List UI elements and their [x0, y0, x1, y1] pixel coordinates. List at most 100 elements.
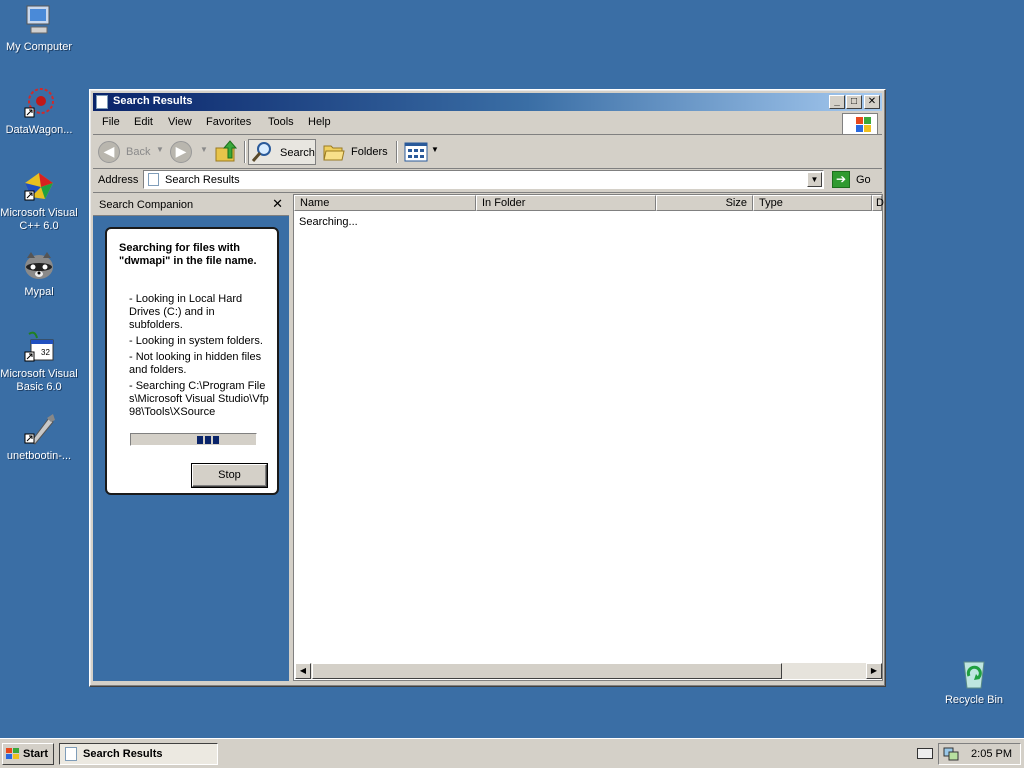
- search-status-text: Searching...: [299, 216, 358, 228]
- taskbar: Start Search Results 2:05 PM: [0, 738, 1024, 768]
- page-icon: [65, 747, 77, 761]
- search-criterion: - Looking in Local Hard Drives (C:) and …: [129, 293, 243, 331]
- menu-view[interactable]: View: [168, 116, 192, 128]
- address-dropdown-button[interactable]: ▼: [807, 172, 822, 187]
- search-criterion: - Not looking in hidden files and folder…: [129, 351, 262, 376]
- back-arrow-icon: ◀: [98, 141, 120, 163]
- datawagon-icon: [21, 86, 57, 122]
- page-icon: [148, 173, 159, 186]
- taskbar-button-label: Search Results: [83, 748, 163, 760]
- forward-button[interactable]: ▶ ▼: [167, 139, 208, 165]
- progress-block: [205, 436, 211, 444]
- stop-button[interactable]: Stop: [192, 464, 267, 487]
- search-progress-bar: [130, 433, 257, 446]
- desktop-icon-mypal[interactable]: Mypal: [0, 248, 78, 299]
- back-button[interactable]: ◀ Back ▼: [95, 139, 164, 165]
- toolbar-separator: [244, 141, 246, 163]
- taskbar-button-search-results[interactable]: Search Results: [59, 743, 218, 765]
- svg-text:32: 32: [41, 348, 50, 357]
- title-bar[interactable]: Search Results _ □ ✕: [93, 93, 882, 111]
- up-folder-icon: [215, 140, 238, 162]
- folders-label: Folders: [351, 146, 388, 158]
- column-header-in-folder[interactable]: In Folder: [476, 195, 656, 211]
- search-label: Search: [280, 147, 315, 159]
- search-companion-header: Search Companion ✕: [93, 194, 289, 216]
- desktop-icon-visual-cpp[interactable]: Microsoft Visual C++ 6.0: [0, 169, 78, 233]
- column-header-type[interactable]: Type: [753, 195, 872, 211]
- clock[interactable]: 2:05 PM: [971, 748, 1012, 760]
- column-header-date[interactable]: D: [872, 195, 884, 211]
- desktop-icon-label: My Computer: [5, 41, 73, 53]
- visual-basic-icon: 32: [21, 330, 57, 366]
- toolbar-separator: [396, 141, 398, 163]
- menu-file[interactable]: File: [102, 116, 120, 128]
- system-tray: 2:05 PM: [938, 743, 1021, 765]
- menu-bar: File Edit View Favorites Tools Help: [93, 112, 882, 135]
- scroll-left-button[interactable]: ◀: [295, 663, 311, 679]
- desktop-icon-visual-basic[interactable]: 32 Microsoft Visual Basic 6.0: [0, 330, 78, 394]
- chevron-down-icon: ▼: [156, 145, 164, 154]
- results-list: Name In Folder Size Type D Searching... …: [293, 194, 884, 681]
- go-label: Go: [856, 174, 871, 186]
- progress-block: [197, 436, 203, 444]
- search-heading: Searching for files with "dwmapi" in the…: [119, 242, 257, 267]
- menu-tools[interactable]: Tools: [268, 116, 294, 128]
- network-icon[interactable]: [943, 746, 959, 762]
- desktop-icon-unetbootin[interactable]: unetbootin-...: [0, 412, 78, 463]
- folders-button[interactable]: Folders: [321, 139, 388, 165]
- forward-arrow-icon: ▶: [170, 141, 192, 163]
- menu-help[interactable]: Help: [308, 116, 331, 128]
- maximize-button[interactable]: □: [846, 95, 862, 109]
- close-pane-icon[interactable]: ✕: [272, 196, 283, 212]
- windows-logo-icon: [842, 113, 878, 135]
- column-header-name[interactable]: Name: [294, 195, 476, 211]
- address-value: Search Results: [165, 174, 240, 186]
- menu-favorites[interactable]: Favorites: [206, 116, 251, 128]
- progress-block: [213, 436, 219, 444]
- column-header-size[interactable]: Size: [656, 195, 753, 211]
- search-criterion: - Searching C:\Program Files\Microsoft V…: [129, 380, 269, 418]
- back-label: Back: [126, 146, 151, 158]
- keyboard-icon[interactable]: [917, 748, 933, 759]
- folders-icon: [323, 145, 345, 161]
- go-arrow-icon: ➔: [832, 171, 850, 188]
- address-label: Address: [98, 174, 139, 186]
- views-button[interactable]: ▼: [402, 139, 439, 165]
- address-input[interactable]: Search Results ▼: [143, 170, 824, 189]
- page-icon: [96, 95, 108, 109]
- search-button[interactable]: Search: [248, 139, 316, 165]
- desktop-icon-label: Microsoft Visual Basic 6.0: [0, 368, 78, 393]
- raccoon-icon: [21, 248, 57, 284]
- desktop-icon-my-computer[interactable]: My Computer: [0, 3, 78, 54]
- close-button[interactable]: ✕: [864, 95, 880, 109]
- recycle-bin-icon: [956, 656, 992, 692]
- address-bar: Address Search Results ▼ ➔ Go: [93, 169, 882, 193]
- scroll-right-button[interactable]: ▶: [866, 663, 882, 679]
- search-results-window: Search Results _ □ ✕ File Edit View Favo…: [89, 89, 886, 687]
- start-label: Start: [23, 748, 49, 760]
- menu-edit[interactable]: Edit: [134, 116, 153, 128]
- minimize-button[interactable]: _: [829, 95, 845, 109]
- windows-flag-icon: [6, 748, 20, 760]
- search-companion-pane: Search Companion ✕ Searching for files w…: [93, 194, 289, 681]
- chevron-down-icon: ▼: [431, 145, 439, 154]
- search-icon: [251, 142, 271, 162]
- search-companion-title: Search Companion: [99, 199, 194, 211]
- window-title: Search Results: [113, 95, 193, 107]
- unetbootin-icon: [21, 412, 57, 448]
- search-status-balloon: Searching for files with "dwmapi" in the…: [105, 227, 279, 495]
- computer-icon: [21, 3, 57, 39]
- desktop-icon-label: Microsoft Visual C++ 6.0: [0, 207, 78, 232]
- desktop-icon-label: Recycle Bin: [944, 694, 1004, 706]
- desktop-icon-label: Mypal: [24, 286, 54, 298]
- up-folder-button[interactable]: [213, 139, 239, 165]
- desktop-icon-label: unetbootin-...: [6, 450, 72, 462]
- scroll-thumb[interactable]: [312, 663, 782, 679]
- horizontal-scrollbar[interactable]: ◀ ▶: [295, 663, 882, 679]
- desktop-icon-datawagon[interactable]: DataWagon...: [0, 86, 78, 137]
- desktop-icon-recycle-bin[interactable]: Recycle Bin: [935, 656, 1013, 707]
- start-button[interactable]: Start: [2, 743, 54, 765]
- views-icon: [404, 142, 428, 162]
- standard-toolbar: ◀ Back ▼ ▶ ▼ Search Folders ▼: [93, 135, 882, 169]
- search-criterion: - Looking in system folders.: [129, 335, 263, 347]
